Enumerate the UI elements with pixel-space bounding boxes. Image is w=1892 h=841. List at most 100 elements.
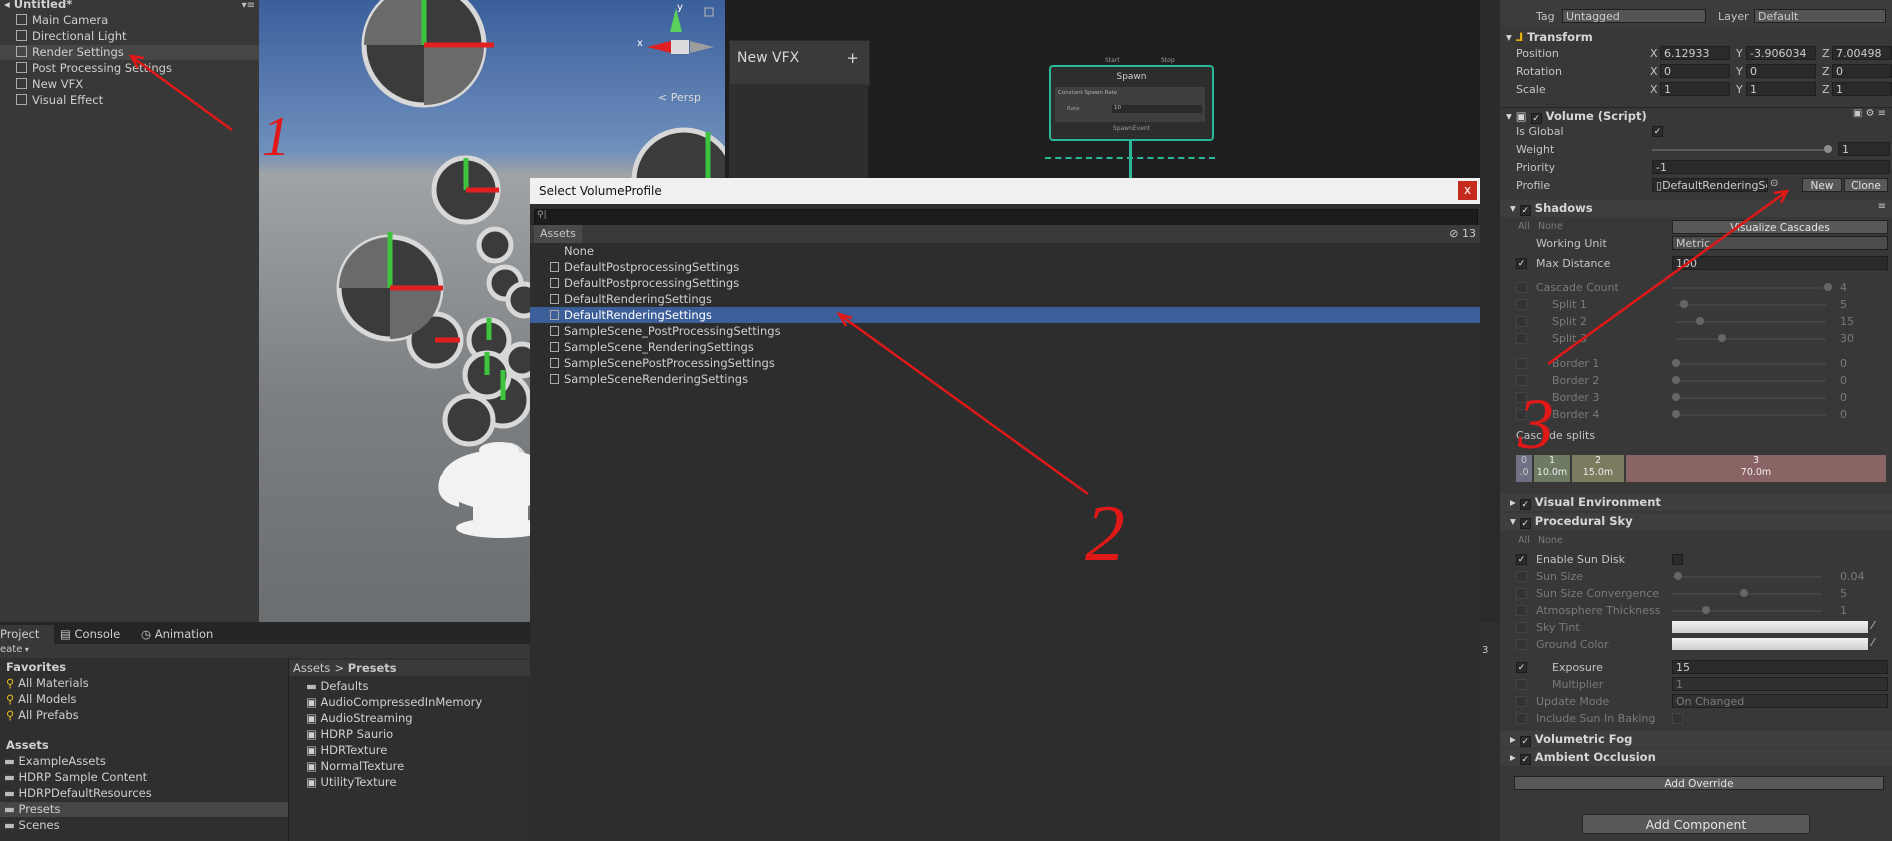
create-menu[interactable]: eate	[0, 644, 22, 655]
position-y[interactable]: -3.906034	[1746, 46, 1816, 60]
border4-slider[interactable]	[1676, 414, 1826, 416]
cascade-count-knob[interactable]	[1824, 283, 1832, 291]
volume-header[interactable]: ▾ ▣ ✓ Volume (Script)	[1500, 107, 1892, 125]
atmo-slider[interactable]	[1672, 610, 1822, 612]
component-menu-icons[interactable]: ▣ ⚙ ≡	[1853, 108, 1886, 119]
sky-none-toggle[interactable]: None	[1538, 533, 1563, 548]
split1-knob[interactable]	[1680, 300, 1688, 308]
position-z[interactable]: 7.00498	[1832, 46, 1892, 60]
hierarchy-menu-icon[interactable]: ▾≡	[242, 0, 255, 11]
scene-expand-icon[interactable]: ◂	[4, 0, 14, 11]
favorite-all-prefabs[interactable]: ⚲ All Prefabs	[6, 708, 79, 723]
split1-value[interactable]: 5	[1840, 297, 1847, 312]
spawn-input-stop[interactable]: Stop	[1161, 57, 1175, 64]
cascade-segment-2[interactable]: 2 15.0m	[1572, 455, 1624, 482]
atmo-value[interactable]: 1	[1840, 603, 1847, 618]
tab-animation[interactable]: ◷ Animation	[141, 625, 213, 644]
add-override-button[interactable]: Add Override	[1514, 776, 1884, 790]
weight-slider[interactable]	[1652, 149, 1824, 151]
multiplier-override[interactable]	[1516, 679, 1527, 690]
sun-size-value[interactable]: 0.04	[1840, 569, 1865, 584]
split3-knob[interactable]	[1718, 334, 1726, 342]
border3-value[interactable]: 0	[1840, 390, 1847, 405]
include-sun-override[interactable]	[1516, 713, 1527, 724]
rotation-x[interactable]: 0	[1660, 64, 1730, 78]
border4-knob[interactable]	[1672, 410, 1680, 418]
atmo-knob[interactable]	[1702, 606, 1710, 614]
file-utility-texture[interactable]: ▣ UtilityTexture	[306, 775, 396, 790]
max-distance-field[interactable]: 100	[1672, 256, 1888, 270]
expand-icon[interactable]: ▾	[1500, 514, 1520, 528]
split2-knob[interactable]	[1696, 317, 1704, 325]
hierarchy-item-directional-light[interactable]: Directional Light	[16, 29, 127, 44]
split3-slider[interactable]	[1676, 338, 1826, 340]
border4-value[interactable]: 0	[1840, 407, 1847, 422]
collapse-icon[interactable]: ▸	[1500, 732, 1520, 746]
asset-row[interactable]: SampleScene_RenderingSettings	[530, 339, 1480, 355]
tab-assets[interactable]: Assets	[534, 225, 582, 243]
hierarchy-item-visual-effect[interactable]: Visual Effect	[16, 93, 103, 108]
sky-tint-override[interactable]	[1516, 622, 1527, 633]
update-mode-override[interactable]	[1516, 696, 1527, 707]
enable-sun-disk-override[interactable]: ✓	[1516, 554, 1527, 565]
asset-row-selected[interactable]: DefaultRenderingSettings	[530, 307, 1480, 323]
dialog-titlebar[interactable]: Select VolumeProfile x	[530, 178, 1480, 204]
volume-enabled-checkbox[interactable]: ✓	[1530, 113, 1542, 124]
update-mode-dropdown[interactable]: On Changed	[1672, 694, 1888, 708]
asset-row[interactable]: SampleScenePostProcessingSettings	[530, 355, 1480, 371]
cascade-count-override[interactable]	[1516, 282, 1527, 293]
sun-size-knob[interactable]	[1674, 572, 1682, 580]
volumetric-fog-header[interactable]: ▸ ✓ Volumetric Fog	[1500, 731, 1892, 748]
assets-header[interactable]: Assets	[6, 738, 49, 753]
close-button[interactable]: x	[1458, 181, 1477, 200]
sky-tint-color[interactable]	[1672, 621, 1868, 633]
file-hdr-texture[interactable]: ▣ HDRTexture	[306, 743, 387, 758]
file-defaults[interactable]: ▬ Defaults	[306, 679, 369, 694]
asset-row[interactable]: DefaultPostprocessingSettings	[530, 275, 1480, 291]
visualize-cascades-button[interactable]: Visualize Cascades	[1672, 220, 1888, 234]
breadcrumb-presets[interactable]: Presets	[348, 661, 397, 675]
border3-knob[interactable]	[1672, 393, 1680, 401]
sun-conv-override[interactable]	[1516, 588, 1527, 599]
shadows-enabled-checkbox[interactable]: ✓	[1519, 205, 1531, 216]
sun-conv-value[interactable]: 5	[1840, 586, 1847, 601]
asset-row-none[interactable]: None	[530, 243, 1480, 259]
atmo-override[interactable]	[1516, 605, 1527, 616]
working-unit-dropdown[interactable]: Metric	[1672, 236, 1888, 250]
expand-icon[interactable]: ▾	[1500, 201, 1520, 215]
hierarchy-item-post-processing[interactable]: Post Processing Settings	[16, 61, 172, 76]
visual-environment-header[interactable]: ▸ ✓ Visual Environment	[1500, 494, 1892, 511]
ambient-occlusion-checkbox[interactable]: ✓	[1519, 754, 1531, 765]
exposure-field[interactable]: 15	[1672, 660, 1888, 674]
border2-knob[interactable]	[1672, 376, 1680, 384]
asset-row[interactable]: DefaultRenderingSettings	[530, 291, 1480, 307]
expand-icon[interactable]: ▾	[1500, 30, 1516, 44]
ambient-occlusion-header[interactable]: ▸ ✓ Ambient Occlusion	[1500, 749, 1892, 766]
weight-slider-knob[interactable]	[1824, 145, 1832, 153]
border2-value[interactable]: 0	[1840, 373, 1847, 388]
weight-field[interactable]: 1	[1838, 142, 1890, 156]
vfx-add-button[interactable]: +	[846, 49, 859, 67]
clone-button[interactable]: Clone	[1844, 178, 1888, 192]
cascade-count-slider[interactable]	[1672, 287, 1822, 289]
vfx-graph-panel[interactable]: New VFX + Start Stop Spawn Constant Spaw…	[725, 0, 1480, 180]
border3-override[interactable]	[1516, 392, 1527, 403]
eyedropper-icon[interactable]: ⁄	[1872, 636, 1874, 649]
add-component-button[interactable]: Add Component	[1582, 814, 1810, 834]
border1-slider[interactable]	[1676, 363, 1826, 365]
scene-title[interactable]: ◂ Untitled*	[4, 0, 72, 12]
profile-field[interactable]: ▯DefaultRenderingSe	[1652, 178, 1768, 192]
folder-scenes[interactable]: ▬ Scenes	[4, 818, 60, 833]
sun-size-override[interactable]	[1516, 571, 1527, 582]
border4-override[interactable]	[1516, 409, 1527, 420]
expand-icon[interactable]: ▾	[1500, 109, 1516, 123]
exposure-override[interactable]: ✓	[1516, 662, 1527, 673]
cascade-splits-bar[interactable]: 0.0 1 10.0m 2 15.0m 3 70.0m	[1516, 455, 1886, 482]
persp-label[interactable]: < Persp	[658, 91, 701, 104]
transform-header[interactable]: ▾ ⅃ Transform	[1500, 29, 1892, 46]
spawn-node[interactable]: Start Stop Spawn Constant Spawn Rate Rat…	[1049, 57, 1214, 141]
tag-dropdown[interactable]: Untagged	[1562, 9, 1706, 23]
shadows-header[interactable]: ▾ ✓ Shadows	[1500, 200, 1892, 217]
split1-override[interactable]	[1516, 299, 1527, 310]
folder-presets[interactable]: ▬ Presets	[0, 802, 288, 817]
